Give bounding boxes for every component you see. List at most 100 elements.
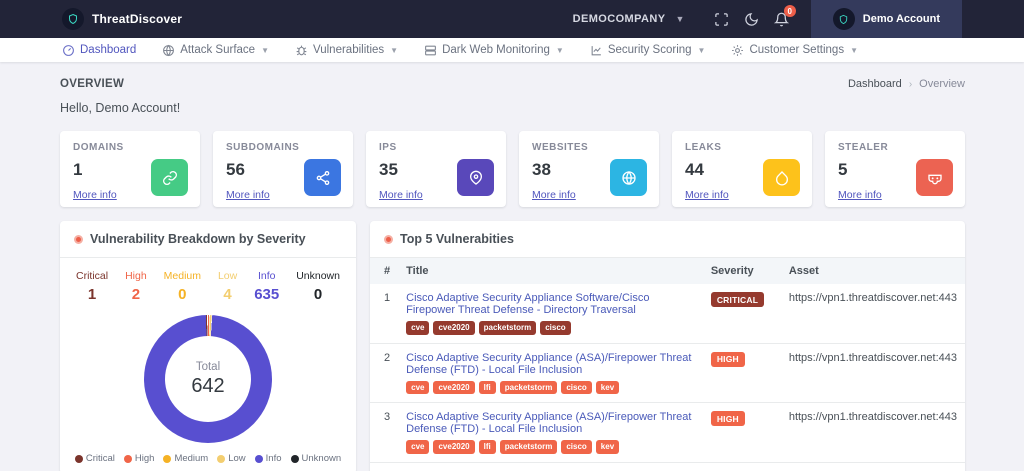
- tag: kev: [596, 440, 619, 454]
- chevron-down-icon: ▼: [390, 46, 398, 55]
- panel-marker-icon: [74, 235, 83, 244]
- panel-marker-icon: [384, 235, 393, 244]
- severity-badge: CRITICAL: [711, 292, 764, 307]
- globe-icon: [610, 159, 647, 196]
- nav-attack-surface[interactable]: Attack Surface ▼: [162, 44, 269, 57]
- nav-dark-web-monitoring[interactable]: Dark Web Monitoring ▼: [424, 44, 564, 57]
- breadcrumb-separator: ›: [909, 79, 912, 90]
- legend-critical[interactable]: Critical: [75, 453, 115, 464]
- tag: packetstorm: [500, 440, 558, 454]
- tag: kev: [596, 381, 619, 395]
- tag: cisco: [540, 321, 570, 335]
- legend-unknown[interactable]: Unknown: [291, 453, 342, 464]
- gear-icon: [731, 44, 744, 57]
- bug-icon: [295, 44, 308, 57]
- tag: packetstorm: [479, 321, 537, 335]
- asset: https://vpn1.threatdiscover.net:443: [781, 284, 965, 343]
- card-websites: WEBSITES 38 More info: [519, 131, 659, 207]
- sitemap-icon: [304, 159, 341, 196]
- tag: lfi: [479, 440, 496, 454]
- count-critical: Critical1: [76, 270, 108, 303]
- tag: cve2020: [433, 381, 474, 395]
- fullscreen-button[interactable]: [707, 4, 737, 34]
- more-info-link[interactable]: More info: [838, 189, 882, 201]
- brand-name: ThreatDiscover: [92, 12, 182, 26]
- dark-mode-button[interactable]: [737, 4, 767, 34]
- more-info-link[interactable]: More info: [73, 189, 117, 201]
- stat-cards: DOMAINS 1 More info SUBDOMAINS 56 More i…: [60, 131, 965, 207]
- account-menu[interactable]: Demo Account: [811, 0, 962, 38]
- nav-dashboard[interactable]: Dashboard: [62, 44, 136, 57]
- count-low: Low4: [218, 270, 237, 303]
- legend-high[interactable]: High: [124, 453, 155, 464]
- nav-customer-settings[interactable]: Customer Settings ▼: [731, 44, 858, 57]
- severity-badge: HIGH: [711, 411, 745, 426]
- more-info-link[interactable]: More info: [226, 189, 270, 201]
- card-domains: DOMAINS 1 More info: [60, 131, 200, 207]
- tag: cve: [406, 440, 429, 454]
- tag: cisco: [561, 381, 591, 395]
- legend-low[interactable]: Low: [217, 453, 245, 464]
- vulnerability-link[interactable]: Cisco Adaptive Security Appliance (ASA)/…: [406, 411, 691, 435]
- greeting: Hello, Demo Account!: [60, 101, 180, 115]
- table-row: 3 Cisco Adaptive Security Appliance (ASA…: [370, 403, 965, 463]
- brand[interactable]: ThreatDiscover: [62, 8, 182, 30]
- topbar: ThreatDiscover DEMOCOMPANY ▼ 0 Demo Acco…: [0, 0, 1024, 38]
- nav-vulnerabilities[interactable]: Vulnerabilities ▼: [295, 44, 398, 57]
- count-high: High2: [125, 270, 147, 303]
- col-severity: Severity: [703, 258, 781, 284]
- legend-medium[interactable]: Medium: [163, 453, 208, 464]
- card-leaks: LEAKS 44 More info: [672, 131, 812, 207]
- globe-icon: [162, 44, 175, 57]
- server-icon: [424, 44, 437, 57]
- chart-line-icon: [590, 44, 603, 57]
- col-asset: Asset: [781, 258, 965, 284]
- gauge-icon: [62, 44, 75, 57]
- card-subdomains: SUBDOMAINS 56 More info: [213, 131, 353, 207]
- tag: cve: [406, 381, 429, 395]
- map-pin-icon: [457, 159, 494, 196]
- asset: onlinetreffpunkt.threatdiscover.net: [781, 462, 965, 471]
- table-row: 4 Mismatched SSL Certificate ssl LOW onl…: [370, 462, 965, 471]
- link-icon: [151, 159, 188, 196]
- more-info-link[interactable]: More info: [532, 189, 576, 201]
- vulnerability-link[interactable]: Cisco Adaptive Security Appliance (ASA)/…: [406, 352, 691, 376]
- brand-shield-icon: [62, 8, 84, 30]
- more-info-link[interactable]: More info: [685, 189, 729, 201]
- top-vulnerabilities-panel: Top 5 Vulnerabities # Title Severity Ass…: [370, 221, 965, 471]
- notifications-button[interactable]: 0: [767, 4, 797, 34]
- chevron-down-icon: ▼: [556, 46, 564, 55]
- severity-donut-chart: Total 642: [144, 315, 272, 443]
- more-info-link[interactable]: More info: [379, 189, 423, 201]
- company-dropdown[interactable]: DEMOCOMPANY ▼: [573, 13, 685, 25]
- tag: packetstorm: [500, 381, 558, 395]
- legend-info[interactable]: Info: [255, 453, 282, 464]
- nav-security-scoring[interactable]: Security Scoring ▼: [590, 44, 706, 57]
- breadcrumb: Dashboard › Overview: [848, 78, 965, 90]
- tag: cve2020: [433, 440, 474, 454]
- mask-icon: [916, 159, 953, 196]
- donut-legend: Critical High Medium Low Info Unknown: [75, 453, 341, 464]
- card-stealer: STEALER 5 More info: [825, 131, 965, 207]
- card-ips: IPS 35 More info: [366, 131, 506, 207]
- count-medium: Medium0: [164, 270, 201, 303]
- breadcrumb-current: Overview: [919, 78, 965, 90]
- asset: https://vpn1.threatdiscover.net:443: [781, 403, 965, 463]
- vulnerability-link[interactable]: Cisco Adaptive Security Appliance Softwa…: [406, 292, 649, 316]
- tag: cisco: [561, 440, 591, 454]
- count-unknown: Unknown0: [296, 270, 340, 303]
- severity-counts: Critical1 High2 Medium0 Low4 Info635 Unk…: [60, 258, 356, 307]
- main-nav: Dashboard Attack Surface ▼ Vulnerabiliti…: [0, 38, 1024, 62]
- chevron-down-icon: ▼: [675, 14, 684, 24]
- col-num: #: [370, 258, 398, 284]
- severity-breakdown-panel: Vulnerability Breakdown by Severity Crit…: [60, 221, 356, 471]
- droplet-icon: [763, 159, 800, 196]
- table-row: 2 Cisco Adaptive Security Appliance (ASA…: [370, 343, 965, 403]
- tag: cve: [406, 321, 429, 335]
- account-avatar: [833, 8, 855, 30]
- count-info: Info635: [254, 270, 279, 303]
- page-title: OVERVIEW: [60, 78, 180, 90]
- table-row: 1 Cisco Adaptive Security Appliance Soft…: [370, 284, 965, 343]
- tag: lfi: [479, 381, 496, 395]
- breadcrumb-dashboard[interactable]: Dashboard: [848, 78, 902, 90]
